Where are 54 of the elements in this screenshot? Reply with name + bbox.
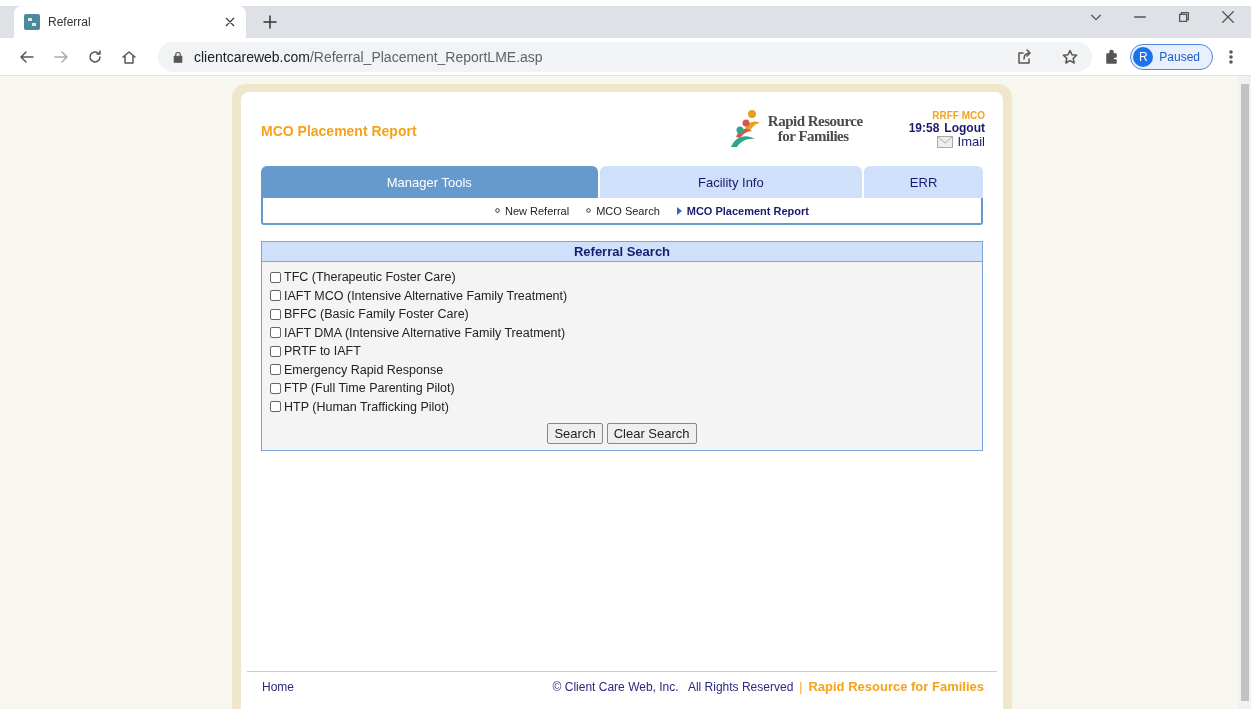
home-link[interactable]: Home <box>262 679 294 694</box>
restore-icon[interactable] <box>1177 10 1191 24</box>
imail-link[interactable]: Imail <box>957 134 985 149</box>
checkbox[interactable] <box>270 401 281 413</box>
copyright-text: © Client Care Web, Inc. All Rights Reserved <box>552 679 794 694</box>
tab-title: Referral <box>48 15 92 29</box>
scrollbar[interactable] <box>1238 76 1251 709</box>
option-label: TFC (Therapeutic Foster Care) <box>284 270 456 285</box>
logout-link[interactable]: Logout <box>944 120 985 135</box>
checkbox[interactable] <box>270 345 281 357</box>
option-label: IAFT MCO (Intensive Alternative Family Treatment) <box>284 288 568 303</box>
logo-text: Rapid Resource for Families <box>767 114 863 144</box>
session-time: 19:58 <box>908 120 940 135</box>
triangle-icon <box>676 206 682 215</box>
nav-tab[interactable]: ERR <box>864 166 983 198</box>
home-icon[interactable] <box>121 48 137 65</box>
star-icon[interactable] <box>1062 48 1079 65</box>
lock-icon <box>172 50 184 63</box>
search-button[interactable]: Search <box>547 423 603 444</box>
separator: | <box>799 679 803 694</box>
checkbox[interactable] <box>270 308 281 320</box>
checkbox[interactable] <box>270 364 281 376</box>
clear-search-button[interactable]: Clear Search <box>606 423 697 444</box>
checkbox[interactable] <box>270 290 281 302</box>
option-label: FTP (Full Time Parenting Pilot) <box>284 381 455 396</box>
bullet-icon <box>586 208 592 213</box>
checkbox[interactable] <box>270 271 281 283</box>
subnav-link[interactable]: MCO Placement Report <box>676 204 809 217</box>
browser-tab[interactable]: Referral <box>14 6 246 38</box>
subnav-link[interactable]: New Referral <box>495 204 570 217</box>
new-tab-icon[interactable] <box>262 14 278 30</box>
checkbox[interactable] <box>270 327 281 339</box>
option-label: PRTF to IAFT <box>284 344 361 359</box>
option-label: BFFC (Basic Family Foster Care) <box>284 307 469 322</box>
user-name: RRFF MCO <box>932 109 985 121</box>
address-bar[interactable]: clientcareweb.com/Referral_Placement_ReportLME.asp <box>158 41 1093 72</box>
share-icon[interactable] <box>1016 48 1033 65</box>
site-favicon <box>24 14 40 30</box>
checkbox[interactable] <box>270 382 281 394</box>
page-title: MCO Placement Report <box>261 123 417 139</box>
profile-button[interactable]: R Paused <box>1130 43 1213 70</box>
nav-tab[interactable]: Facility Info <box>599 166 863 198</box>
panel-title: Referral Search <box>262 242 982 262</box>
close-icon[interactable] <box>224 16 236 28</box>
close-icon[interactable] <box>1221 10 1235 24</box>
back-icon[interactable] <box>19 48 35 65</box>
bullet-icon <box>495 208 500 213</box>
option-label: HTP (Human Trafficking Pilot) <box>284 399 449 414</box>
reload-icon[interactable] <box>87 48 103 65</box>
option-label: IAFT DMA (Intensive Alternative Family Treatment) <box>284 325 566 340</box>
option-label: Emergency Rapid Response <box>284 362 444 377</box>
url-text: clientcareweb.com/Referral_Placement_ReportLME.asp <box>194 48 544 65</box>
envelope-icon <box>936 135 953 148</box>
subnav-link[interactable]: MCO Search <box>586 204 660 217</box>
